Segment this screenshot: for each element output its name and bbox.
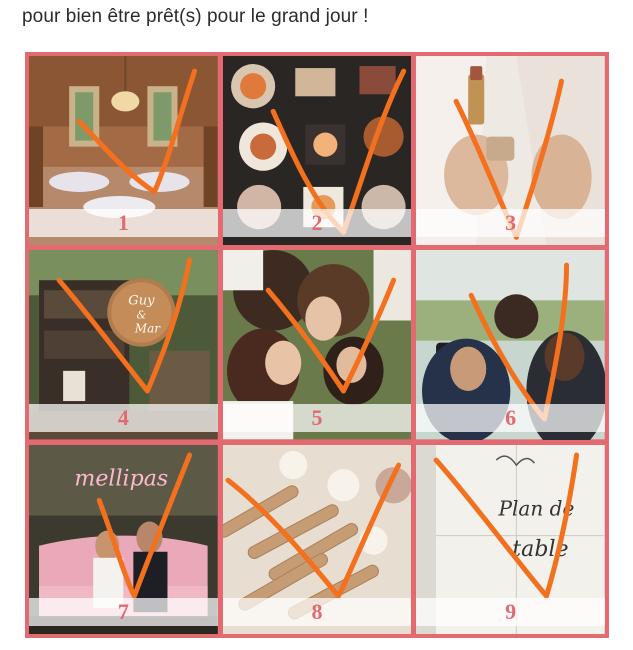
tile-number: 5 — [311, 404, 323, 430]
tile-number-band: 3 — [416, 209, 605, 238]
sign-line-3: Mar — [134, 322, 161, 336]
seating-board-line-2: table — [513, 535, 569, 561]
tile-2[interactable]: 2 — [222, 56, 412, 246]
tile-number: 9 — [505, 598, 517, 624]
tile-number-band: 4 — [29, 403, 218, 432]
tile-number-band: 5 — [222, 403, 412, 432]
neon-sign-text: mellipas — [74, 465, 168, 491]
tile-8[interactable]: 8 — [222, 444, 412, 634]
tile-number-band: 8 — [222, 597, 412, 626]
tile-9[interactable]: Plan de table 9 — [416, 444, 605, 634]
tile-number: 7 — [117, 598, 129, 624]
tile-4[interactable]: Guy & Mar 4 — [29, 250, 218, 440]
tile-number: 2 — [311, 210, 323, 236]
tile-number-band: 2 — [222, 209, 412, 238]
tile-number: 6 — [505, 404, 517, 430]
tile-6[interactable]: 6 — [416, 250, 605, 440]
tile-number-band: 9 — [416, 597, 605, 626]
tile-1[interactable]: 1 — [29, 56, 218, 246]
post-caption: pour bien être prêt(s) pour le grand jou… — [22, 6, 369, 27]
tile-number-band: 6 — [416, 403, 605, 432]
tile-number: 1 — [117, 210, 129, 236]
wedding-checklist-collage[interactable]: 1 2 3 Guy & Mar 4 5 6 mellipas 7 8 Plan … — [25, 52, 609, 638]
tile-number-band: 1 — [29, 209, 218, 238]
tile-number-band: 7 — [29, 597, 218, 626]
tile-number: 8 — [311, 598, 323, 624]
tile-3[interactable]: 3 — [416, 56, 605, 246]
sign-line-2: & — [136, 309, 146, 322]
tile-number: 3 — [505, 210, 517, 236]
tile-7[interactable]: mellipas 7 — [29, 444, 218, 634]
sign-line-1: Guy — [128, 294, 155, 309]
seating-board-line-1: Plan de — [498, 496, 575, 520]
tile-number: 4 — [117, 404, 129, 430]
tile-5[interactable]: 5 — [222, 250, 412, 440]
